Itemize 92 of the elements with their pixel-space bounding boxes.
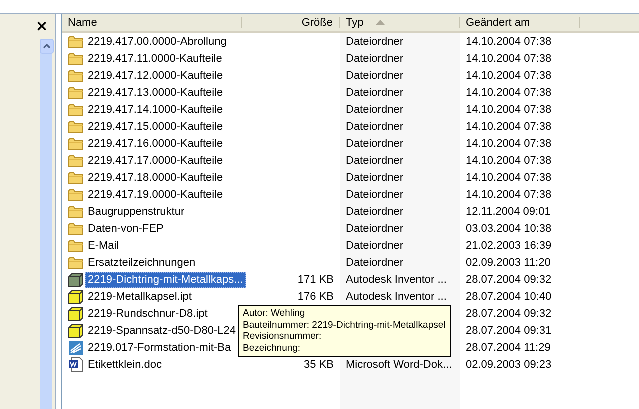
file-size: 35 KB [304,358,334,370]
file-name[interactable]: 2219.417.17.0000-Kaufteile [85,152,226,168]
file-name[interactable]: Daten-von-FEP [85,220,167,236]
modified-date: 03.03.2004 10:38 [466,222,552,234]
column-header[interactable]: Größe [242,17,340,28]
file-name[interactable]: 2219.417.11.0000-Kaufteile [85,50,226,66]
folder-icon [68,136,84,150]
file-name[interactable]: Ersatzteilzeichnungen [85,254,199,270]
drawing-file-icon [68,340,84,356]
file-type: Dateiordner [346,52,404,64]
column-header[interactable]: Name [62,17,242,28]
file-name[interactable]: E-Mail [85,238,122,254]
file-type: Dateiordner [346,104,404,116]
modified-date: 14.10.2004 07:38 [466,104,552,116]
folder-icon [68,52,84,66]
cube-icon [68,272,84,288]
file-name[interactable]: 2219.417.14.1000-Kaufteile [85,102,226,118]
file-type: Dateiordner [346,120,404,132]
folder-icon [68,238,84,252]
file-name[interactable]: 2219.417.13.0000-Kaufteile [85,84,226,100]
file-type: Dateiordner [346,206,404,218]
modified-date: 28.07.2004 11:29 [466,342,551,354]
file-name[interactable]: 2219.417.00.0000-Abrollung [85,34,230,50]
file-type: Dateiordner [346,222,404,234]
file-name[interactable]: 2219.417.16.0000-Kaufteile [85,136,226,152]
modified-date: 02.09.2003 09:23 [466,358,552,370]
file-name[interactable]: Etikettklein.doc [85,356,165,372]
file-name[interactable]: 2219-Rundschnur-D8.ipt [85,306,211,322]
modified-date: 14.10.2004 07:38 [466,120,552,132]
file-name[interactable]: 2219.417.12.0000-Kaufteile [85,68,226,84]
folder-icon [68,256,84,270]
file-type: Dateiordner [346,138,404,150]
document-icon [68,356,84,372]
tooltip-line: Revisionsnummer: [243,331,323,342]
cube-icon [68,306,84,322]
file-type: Dateiordner [346,240,404,252]
tooltip-line: Bauteilnummer: 2219-Dichtring-mit-Metallkapsel [243,320,446,331]
folder-icon [68,68,84,82]
file-name[interactable]: 2219-Dichtring-mit-Metallkaps... [85,272,246,288]
file-type: Dateiordner [346,172,404,184]
file-type: Microsoft Word-Dok... [346,358,452,370]
tooltip-line: Autor: Wehling [243,308,306,320]
modified-date: 21.02.2003 16:39 [466,240,552,252]
folder-icon [68,204,84,218]
file-name[interactable]: 2219-Spannsatz-d50-D80-L24 [85,322,239,338]
modified-date: 28.07.2004 09:31 [466,324,552,336]
file-type: Dateiordner [346,36,404,48]
modified-date: 14.10.2004 07:38 [466,188,552,200]
modified-date: 14.10.2004 07:38 [466,172,552,184]
modified-date: 14.10.2004 07:38 [466,52,552,64]
tooltip-line: Bezeichnung: [243,342,302,354]
file-name[interactable]: 2219-Metallkapsel.ipt [85,288,195,304]
file-name[interactable]: 2219.417.18.0000-Kaufteile [85,170,226,186]
column-header[interactable]: Geändert am [460,17,580,28]
file-size: 171 KB [298,274,334,286]
close-button[interactable]: × [35,16,49,36]
folder-icon [68,188,84,202]
column-header[interactable]: Typ [340,17,460,28]
file-type: Dateiordner [346,154,404,166]
file-type: Dateiordner [346,70,404,82]
modified-date: 02.09.2003 11:20 [466,256,551,268]
modified-date: 14.10.2004 07:38 [466,138,552,150]
file-name[interactable]: 2219.417.15.0000-Kaufteile [85,118,226,134]
folder-icon [68,170,84,184]
folder-icon [68,86,84,100]
modified-date: 14.10.2004 07:38 [466,86,552,98]
folder-icon [68,102,84,116]
modified-date: 28.07.2004 10:40 [466,290,552,302]
file-type: Autodesk Inventor ... [346,274,447,286]
modified-date: 28.07.2004 09:32 [466,274,552,286]
cube-icon [68,288,84,304]
folder-icon [68,222,84,236]
cube-icon [68,322,84,338]
modified-date: 14.10.2004 07:38 [466,36,552,48]
sort-arrow-icon [376,20,385,25]
file-type: Dateiordner [346,86,404,98]
file-type: Autodesk Inventor ... [346,290,447,302]
modified-date: 14.10.2004 07:38 [466,70,552,82]
modified-date: 12.11.2004 09:01 [466,206,551,218]
file-type: Dateiordner [346,188,404,200]
file-name[interactable]: 2219.017-Formstation-mit-Ba [85,340,234,356]
scroll-up-button[interactable] [40,39,54,54]
folder-icon [68,120,84,134]
file-name[interactable]: Baugruppenstruktur [85,204,188,220]
file-size: 176 KB [298,290,334,302]
modified-date: 14.10.2004 07:38 [466,154,552,166]
folder-icon [68,34,84,48]
file-type: Dateiordner [346,256,404,268]
modified-date: 28.07.2004 09:32 [466,308,552,320]
folder-icon [68,154,84,168]
file-name[interactable]: 2219.417.19.0000-Kaufteile [85,186,226,202]
scrollbar[interactable] [40,39,54,409]
